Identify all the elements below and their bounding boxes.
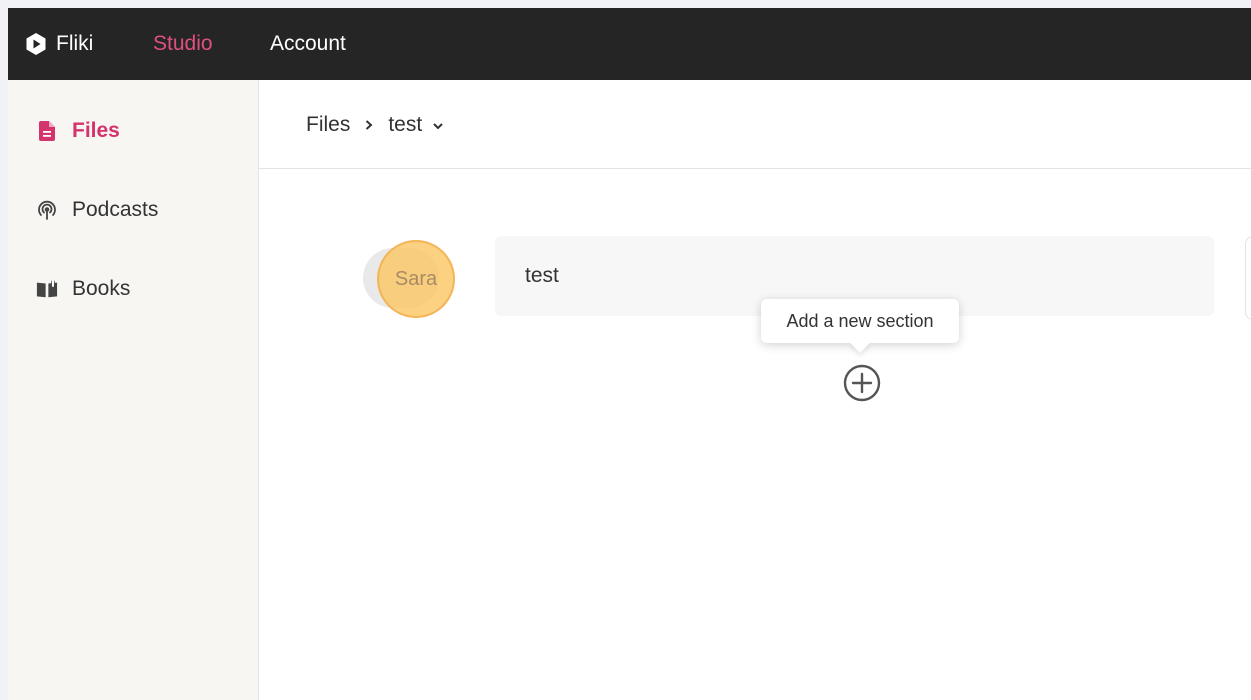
nav-account[interactable]: Account	[270, 30, 346, 58]
nav-studio[interactable]: Studio	[153, 30, 213, 58]
voice-avatar[interactable]: Sara	[377, 240, 455, 318]
add-section-button[interactable]	[843, 364, 881, 402]
breadcrumb-bar: Files test	[259, 80, 1251, 169]
section-side-panel[interactable]	[1245, 236, 1251, 320]
top-navbar: Fliki Studio Account	[8, 8, 1251, 80]
sidebar-item-label: Podcasts	[72, 198, 159, 221]
tooltip-text: Add a new section	[786, 310, 934, 331]
sidebar-item-books[interactable]: Books	[36, 274, 130, 304]
brand-name: Fliki	[56, 32, 94, 55]
tooltip-arrow	[850, 333, 870, 353]
sidebar-item-files[interactable]: Files	[36, 116, 120, 146]
app-window: Fliki Studio Account Files Podcasts Book…	[8, 8, 1251, 700]
main-content: Files test Sara test Add a new section	[259, 80, 1251, 700]
breadcrumb-current-dropdown[interactable]: test	[388, 113, 444, 137]
breadcrumb-files[interactable]: Files	[306, 113, 350, 137]
breadcrumb: Files test	[306, 111, 444, 139]
breadcrumb-current: test	[388, 113, 423, 136]
plus-circle-icon	[843, 364, 881, 406]
brand-logo[interactable]: Fliki	[24, 30, 93, 58]
chevron-down-icon	[432, 113, 444, 137]
fliki-logo-icon	[24, 32, 48, 56]
book-icon	[36, 278, 58, 300]
sidebar-item-label: Files	[72, 119, 120, 142]
sidebar-item-podcasts[interactable]: Podcasts	[36, 195, 158, 225]
chevron-right-icon	[364, 115, 374, 136]
voice-avatar-wrapper: Sara	[363, 240, 458, 320]
podcast-icon	[36, 199, 58, 221]
add-section-tooltip: Add a new section	[761, 299, 959, 353]
sidebar: Files Podcasts Books	[8, 80, 259, 700]
file-icon	[36, 120, 58, 142]
sidebar-item-label: Books	[72, 277, 131, 300]
